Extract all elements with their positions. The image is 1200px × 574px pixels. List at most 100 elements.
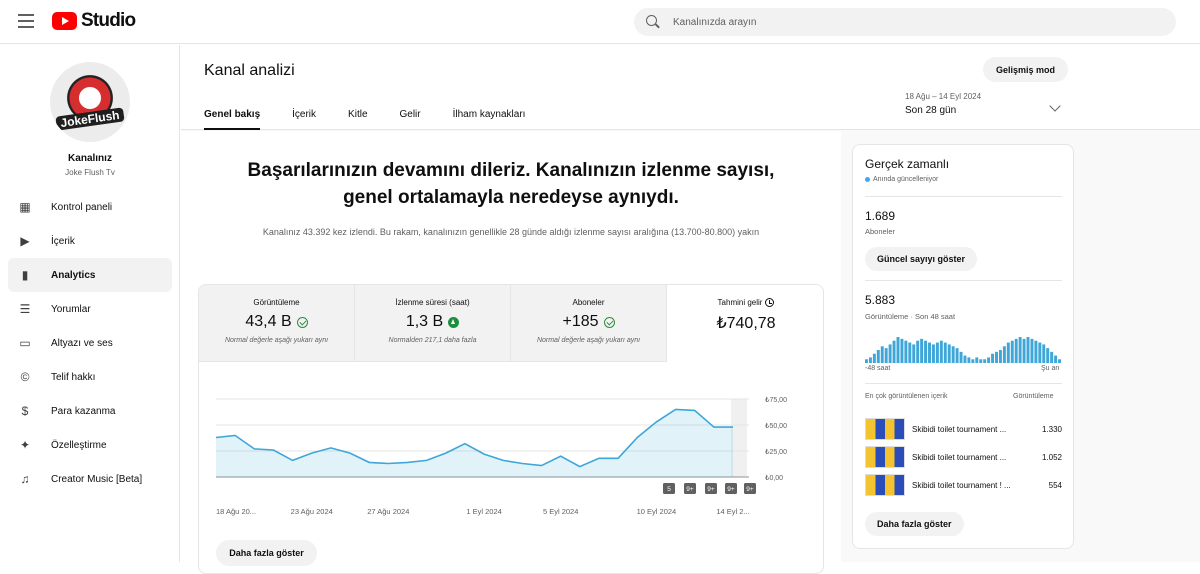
search-bar[interactable] (634, 8, 1176, 36)
wand-icon: ✦ (19, 438, 31, 452)
spark-bar (955, 348, 959, 363)
x-tick-label: 27 Ağu 2024 (367, 507, 409, 516)
sidebar-item-label: Altyazı ve ses (51, 337, 113, 349)
x-tick-label: 14 Eyl 2... (716, 507, 749, 516)
sidebar-item-content[interactable]: ▶ İçerik (8, 224, 172, 258)
video-thumbnail (865, 474, 905, 496)
spark-bar (935, 342, 939, 363)
spark-bar (1018, 337, 1022, 363)
realtime-show-more-button[interactable]: Daha fazla göster (865, 512, 964, 536)
spark-bar (865, 359, 868, 363)
content-icon: ▶ (20, 234, 30, 248)
sidebar-item-creator-music[interactable]: ♫ Creator Music [Beta] (8, 462, 172, 496)
date-range-picker[interactable]: 18 Ağu – 14 Eyl 2024 Son 28 gün (905, 92, 981, 116)
y-tick-label: ₺50,00 (765, 422, 787, 430)
spark-bar (971, 359, 975, 363)
studio-logo[interactable]: Studio (52, 10, 136, 32)
spark-bar (1054, 355, 1058, 363)
chevron-down-icon[interactable] (1049, 100, 1061, 112)
sidebar-item-copyright[interactable]: © Telif hakkı (8, 360, 172, 394)
spark-bar (1026, 337, 1030, 363)
sidebar-item-label: Creator Music [Beta] (51, 473, 143, 485)
advanced-mode-button[interactable]: Gelişmiş mod (983, 57, 1068, 82)
top-content-item[interactable]: Skibidi toilet tournament ... 1.052 (865, 446, 1062, 468)
video-marker-label: 9+ (686, 486, 694, 493)
tab-audience[interactable]: Kitle (348, 100, 367, 130)
video-title: Skibidi toilet tournament ! ... (912, 480, 1011, 490)
top-content-item[interactable]: Skibidi toilet tournament ! ... 554 (865, 474, 1062, 496)
spark-bar (991, 353, 995, 363)
spark-bar (920, 338, 924, 363)
spark-bar (896, 337, 900, 363)
views-count: 5.883 (865, 293, 896, 307)
video-marker-label: 9+ (746, 486, 754, 493)
search-icon[interactable] (646, 15, 660, 29)
tab-inspiration[interactable]: İlham kaynakları (453, 100, 526, 130)
spark-start-label: -48 saat (865, 365, 891, 372)
spark-bar (1050, 351, 1054, 363)
spark-bar (916, 340, 920, 363)
top-content-item[interactable]: Skibidi toilet tournament ... 1.330 (865, 418, 1062, 440)
sidebar-item-subtitles[interactable]: ▭ Altyazı ve ses (8, 326, 172, 360)
subscriber-label: Aboneler (865, 227, 896, 236)
sidebar-item-label: Analytics (51, 269, 96, 281)
y-tick-label: ₺0,00 (765, 474, 783, 482)
avatar-logo-text: JokeFlush (55, 107, 125, 131)
sidebar-item-label: Kontrol paneli (51, 201, 113, 213)
avatar[interactable]: JokeFlush (50, 62, 130, 142)
spark-bar (868, 357, 872, 363)
spark-bar (904, 340, 908, 363)
sidebar-item-monetization[interactable]: $ Para kazanma (8, 394, 172, 428)
dashboard-icon: ▦ (19, 200, 31, 214)
show-current-count-button[interactable]: Güncel sayıyı göster (865, 247, 978, 271)
tab-overview[interactable]: Genel bakış (204, 100, 261, 130)
views-sparkline[interactable] (865, 323, 1062, 363)
show-more-button[interactable]: Daha fazla göster (216, 540, 317, 566)
spark-bar (1002, 346, 1006, 363)
spark-bar (884, 348, 888, 363)
search-input[interactable] (673, 16, 1153, 28)
spark-bar (963, 355, 967, 363)
spark-bar (1010, 340, 1014, 363)
spark-bar (876, 350, 880, 363)
spark-bar (912, 344, 916, 363)
overview-description: Kanalınız 43.392 kez izlendi. Bu rakam, … (262, 227, 760, 237)
spark-bar (1030, 338, 1034, 363)
subtitles-icon: ▭ (19, 336, 31, 350)
logo-text: Studio (81, 10, 136, 31)
spark-bar (880, 346, 884, 363)
hamburger-menu-icon[interactable] (18, 14, 34, 28)
page-title: Kanal analizi (204, 62, 295, 79)
live-text: Anında güncelleniyor (873, 176, 939, 183)
music-icon: ♫ (20, 472, 30, 486)
sidebar-item-customization[interactable]: ✦ Özelleştirme (8, 428, 172, 462)
comments-icon: ☰ (19, 302, 31, 316)
spark-bar (1038, 342, 1042, 363)
divider (865, 280, 1062, 281)
sidebar-item-comments[interactable]: ☰ Yorumlar (8, 292, 172, 326)
spark-bar (1058, 359, 1061, 363)
spark-bar (987, 357, 991, 363)
sidebar-item-label: Özelleştirme (51, 439, 107, 451)
spark-bar (1046, 348, 1050, 363)
realtime-live-status: Anında güncelleniyor (865, 176, 938, 183)
video-thumbnail (865, 418, 905, 440)
sidebar-item-dashboard[interactable]: ▦ Kontrol paneli (8, 190, 172, 224)
revenue-chart[interactable]: ₺75,00 ₺50,00 ₺25,00 ₺0,00 5 9+ 9+ 9+ 9+ 18 Ağu 2… (199, 285, 824, 574)
sidebar: JokeFlush Kanalınız Joke Flush Tv ▦ Kontr… (0, 45, 180, 562)
tab-revenue[interactable]: Gelir (400, 100, 421, 130)
realtime-title: Gerçek zamanlı (865, 157, 950, 171)
date-range-label: Son 28 gün (905, 105, 957, 116)
sidebar-item-analytics[interactable]: ▮ Analytics (8, 258, 172, 292)
spark-bar (939, 340, 943, 363)
spark-bar (947, 344, 951, 363)
copyright-icon: © (20, 370, 30, 384)
spark-bar (979, 359, 983, 363)
partial-day-band (731, 399, 747, 477)
views-label: Görüntüleme · Son 48 saat (865, 312, 956, 321)
tab-content[interactable]: İçerik (292, 100, 316, 130)
overview-headline: Başarılarınızın devamını dileriz. Kanalı… (247, 160, 775, 208)
spark-bar (1034, 340, 1038, 363)
divider (865, 383, 1062, 384)
date-range-text: 18 Ağu – 14 Eyl 2024 (905, 92, 982, 101)
